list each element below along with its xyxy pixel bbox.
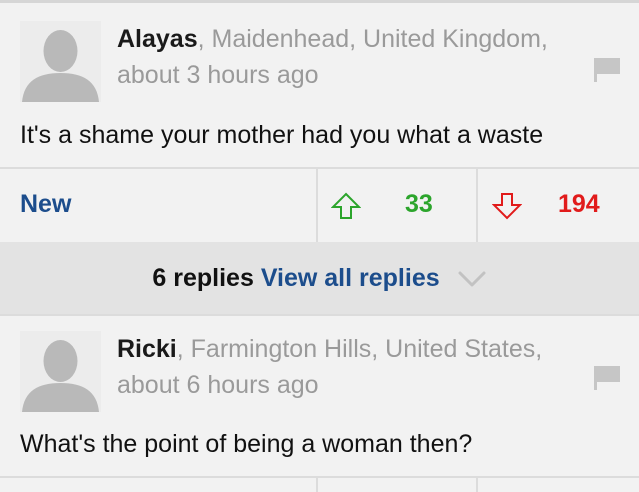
down-arrow-icon[interactable] xyxy=(492,192,522,220)
divider xyxy=(476,169,478,242)
avatar[interactable] xyxy=(20,331,101,412)
comment-text: It's a shame your mother had you what a … xyxy=(20,121,544,149)
divider xyxy=(476,478,478,492)
flag-icon[interactable] xyxy=(594,366,620,390)
divider xyxy=(316,169,318,242)
comment-meta: Alayas, Maidenhead, United Kingdom, abou… xyxy=(117,21,597,93)
username[interactable]: Ricki xyxy=(117,335,177,363)
comment-card: Ricki, Farmington Hills, United States, … xyxy=(0,316,639,478)
view-all-replies-link[interactable]: View all replies xyxy=(261,264,440,292)
replies-summary: 6 replies View all replies xyxy=(0,260,639,296)
user-location: , Maidenhead, United Kingdom, xyxy=(197,25,548,53)
replies-count: 6 replies xyxy=(152,264,254,292)
new-button[interactable]: New xyxy=(20,187,71,221)
comment-card: Alayas, Maidenhead, United Kingdom, abou… xyxy=(0,3,639,171)
up-arrow-icon[interactable] xyxy=(331,192,361,220)
replies-bar[interactable]: 6 replies View all replies xyxy=(0,242,639,314)
comment-actions xyxy=(0,478,639,492)
avatar[interactable] xyxy=(20,21,101,102)
comment-timestamp: about 3 hours ago xyxy=(117,61,319,89)
flag-icon[interactable] xyxy=(594,58,620,82)
downvote-count[interactable]: 194 xyxy=(558,187,600,221)
user-location: , Farmington Hills, United States, xyxy=(176,335,543,363)
comment-text: What's the point of being a woman then? xyxy=(20,430,473,458)
comment-timestamp: about 6 hours ago xyxy=(117,371,319,399)
username[interactable]: Alayas xyxy=(117,25,198,53)
comment-meta: Ricki, Farmington Hills, United States, … xyxy=(117,331,597,403)
comment-actions: New 33 194 xyxy=(0,169,639,242)
divider xyxy=(316,478,318,492)
upvote-count[interactable]: 33 xyxy=(405,187,433,221)
chevron-down-icon[interactable] xyxy=(457,268,487,290)
